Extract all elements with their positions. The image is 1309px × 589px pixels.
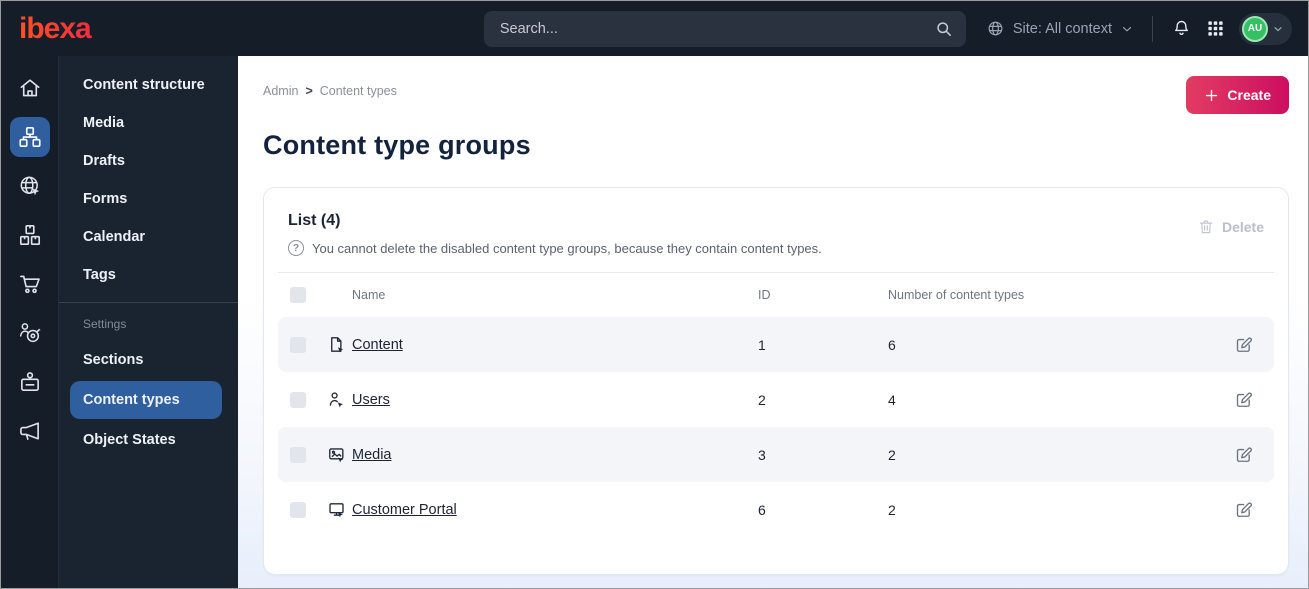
sidebar-item-content-structure[interactable]: Content structure bbox=[59, 66, 238, 104]
table-row: Media 3 2 bbox=[278, 427, 1274, 482]
create-button-label: Create bbox=[1227, 87, 1271, 103]
edit-button[interactable] bbox=[1234, 335, 1262, 355]
sidebar-item-sections[interactable]: Sections bbox=[59, 341, 238, 379]
table-row: Customer Portal 6 2 bbox=[278, 482, 1274, 537]
breadcrumb: Admin > Content types bbox=[263, 76, 397, 98]
list-help-text: You cannot delete the disabled content t… bbox=[312, 240, 822, 256]
search-placeholder: Search... bbox=[499, 20, 558, 37]
file-icon bbox=[320, 335, 352, 354]
breadcrumb-separator: > bbox=[305, 84, 313, 98]
row-count: 2 bbox=[888, 501, 896, 518]
search-icon bbox=[934, 19, 954, 39]
icon-rail bbox=[1, 56, 59, 588]
topbar: ibexa Search... Site: All context AU bbox=[1, 1, 1308, 56]
edit-button[interactable] bbox=[1234, 500, 1262, 520]
row-count: 4 bbox=[888, 391, 896, 408]
sidebar-item-tags[interactable]: Tags bbox=[59, 256, 238, 294]
chevron-down-icon bbox=[1272, 23, 1284, 35]
rail-item-content-structure[interactable] bbox=[9, 117, 50, 157]
notifications-button[interactable] bbox=[1171, 18, 1192, 39]
user-icon bbox=[320, 390, 352, 409]
rail-item-home[interactable] bbox=[10, 68, 50, 108]
row-checkbox[interactable] bbox=[290, 501, 306, 518]
edit-button[interactable] bbox=[1234, 445, 1262, 465]
group-link-content[interactable]: Content bbox=[352, 337, 403, 353]
rail-item-product-catalog[interactable] bbox=[10, 215, 50, 255]
sitemap-icon bbox=[17, 124, 43, 150]
row-id: 6 bbox=[758, 501, 766, 518]
badge-icon bbox=[17, 369, 43, 395]
sidebar-divider bbox=[59, 302, 238, 303]
rail-item-site[interactable] bbox=[10, 166, 50, 206]
site-context-label: Site: All context bbox=[1012, 20, 1112, 37]
home-icon bbox=[17, 75, 43, 101]
grid-icon bbox=[1206, 19, 1225, 38]
rail-item-commerce[interactable] bbox=[10, 264, 50, 304]
row-checkbox[interactable] bbox=[290, 446, 306, 463]
page-title: Content type groups bbox=[263, 130, 531, 160]
column-header-name: Name bbox=[352, 288, 386, 302]
group-link-media[interactable]: Media bbox=[352, 447, 392, 463]
image-icon bbox=[320, 445, 352, 464]
list-card: List (4) ? You cannot delete the disable… bbox=[263, 187, 1289, 575]
create-button[interactable]: Create bbox=[1186, 76, 1289, 114]
target-person-icon bbox=[17, 320, 43, 346]
search-input[interactable]: Search... bbox=[483, 10, 966, 47]
boxes-icon bbox=[17, 222, 43, 248]
sidebar-item-drafts[interactable]: Drafts bbox=[59, 142, 238, 180]
chevron-down-icon bbox=[1120, 22, 1134, 36]
table-header: Name ID Number of content types bbox=[278, 273, 1274, 317]
list-title: List (4) bbox=[288, 212, 341, 229]
globe-icon bbox=[986, 19, 1005, 38]
column-header-count: Number of content types bbox=[888, 288, 1025, 302]
rail-item-campaigns[interactable] bbox=[10, 411, 50, 451]
select-all-checkbox[interactable] bbox=[290, 287, 306, 303]
trash-icon bbox=[1197, 218, 1215, 236]
question-icon: ? bbox=[288, 240, 304, 256]
app-switcher-button[interactable] bbox=[1206, 19, 1225, 38]
globe-cursor-icon bbox=[17, 173, 43, 199]
plus-icon bbox=[1204, 88, 1219, 103]
sidebar-item-object-states[interactable]: Object States bbox=[59, 421, 238, 459]
rail-item-segments[interactable] bbox=[10, 313, 50, 353]
row-id: 2 bbox=[758, 391, 766, 408]
user-menu[interactable]: AU bbox=[1239, 12, 1292, 45]
table-row: Content 1 6 bbox=[278, 317, 1274, 372]
monitor-icon bbox=[320, 500, 352, 519]
breadcrumb-admin[interactable]: Admin bbox=[263, 84, 298, 98]
row-count: 6 bbox=[888, 336, 896, 353]
side-menu: Content structure Media Drafts Forms Cal… bbox=[59, 56, 238, 588]
sidebar-item-calendar[interactable]: Calendar bbox=[59, 218, 238, 256]
column-header-id: ID bbox=[758, 288, 771, 302]
sidebar-item-media[interactable]: Media bbox=[59, 104, 238, 142]
row-count: 2 bbox=[888, 446, 896, 463]
delete-button-label: Delete bbox=[1221, 219, 1264, 235]
sidebar-item-forms[interactable]: Forms bbox=[59, 180, 238, 218]
cart-icon bbox=[17, 271, 43, 297]
row-checkbox[interactable] bbox=[290, 336, 306, 353]
table-row: Users 2 4 bbox=[278, 372, 1274, 427]
edit-button[interactable] bbox=[1234, 390, 1262, 410]
bell-icon bbox=[1171, 18, 1192, 39]
row-id: 1 bbox=[758, 336, 766, 353]
delete-button[interactable]: Delete bbox=[1197, 218, 1264, 236]
group-link-users[interactable]: Users bbox=[352, 392, 390, 408]
sidebar-settings-label: Settings bbox=[83, 317, 127, 331]
topbar-divider bbox=[1152, 15, 1153, 42]
avatar: AU bbox=[1242, 15, 1268, 42]
megaphone-icon bbox=[17, 418, 43, 444]
sidebar-item-content-types[interactable]: Content types bbox=[70, 381, 222, 419]
ibexa-logo[interactable]: ibexa bbox=[1, 13, 238, 44]
app-window: ibexa Search... Site: All context AU Con… bbox=[0, 0, 1309, 589]
row-checkbox[interactable] bbox=[290, 391, 306, 408]
breadcrumb-content-types[interactable]: Content types bbox=[320, 84, 397, 98]
list-help: ? You cannot delete the disabled content… bbox=[288, 240, 822, 256]
row-id: 3 bbox=[758, 446, 766, 463]
topbar-controls: Site: All context AU bbox=[966, 12, 1308, 45]
group-link-customer-portal[interactable]: Customer Portal bbox=[352, 502, 457, 518]
rail-item-subscriptions[interactable] bbox=[10, 362, 50, 402]
main-content: Admin > Content types Create Content typ… bbox=[238, 56, 1308, 588]
site-context-selector[interactable]: Site: All context bbox=[986, 19, 1134, 38]
